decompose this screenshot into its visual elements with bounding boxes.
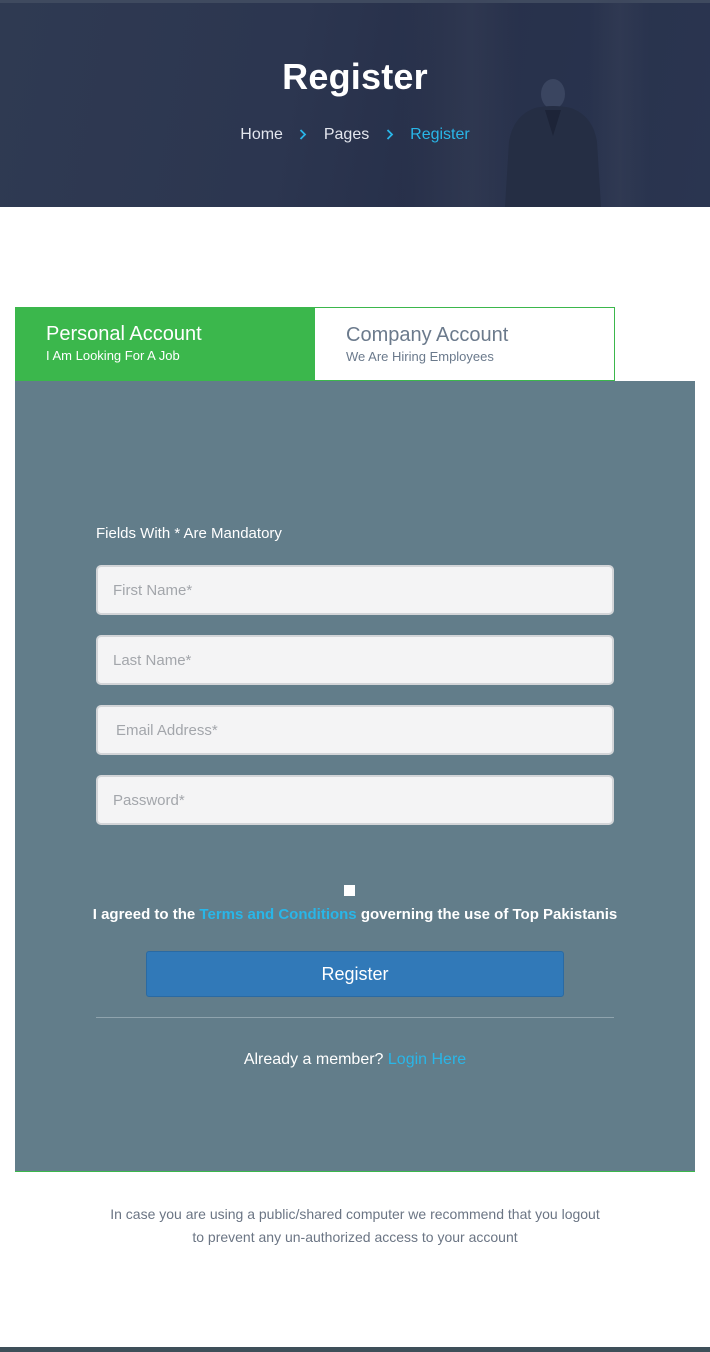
login-here-link[interactable]: Login Here	[388, 1051, 466, 1068]
hero-background-curtain-left	[400, 0, 520, 207]
terms-agreement-text: I agreed to the Terms and Conditions gov…	[15, 906, 695, 923]
member-prefix: Already a member?	[243, 1051, 388, 1068]
email-field[interactable]	[96, 705, 614, 755]
already-member-text: Already a member? Login Here	[15, 1051, 695, 1069]
terms-and-conditions-link[interactable]: Terms and Conditions	[199, 906, 356, 923]
password-field[interactable]	[96, 775, 614, 825]
breadcrumb-home-link[interactable]: Home	[240, 126, 283, 144]
tab-subtitle: I Am Looking For A Job	[46, 348, 180, 363]
breadcrumb-current: Register	[410, 126, 470, 143]
register-button[interactable]: Register	[146, 951, 564, 997]
security-note-line-1: In case you are using a public/shared co…	[110, 1206, 600, 1222]
page-hero: Register Home Pages Register	[0, 0, 710, 207]
security-note: In case you are using a public/shared co…	[0, 1203, 710, 1249]
tab-title: Company Account	[346, 324, 509, 346]
form-divider	[96, 1017, 614, 1018]
registration-form-panel: Fields With * Are Mandatory I agreed to …	[15, 381, 695, 1172]
chevron-right-icon	[299, 127, 307, 143]
tab-subtitle: We Are Hiring Employees	[346, 349, 494, 364]
chevron-right-icon	[386, 127, 394, 143]
security-note-line-2: to prevent any un-authorized access to y…	[192, 1229, 518, 1245]
tab-company-account[interactable]: Company Account We Are Hiring Employees	[315, 307, 615, 381]
last-name-field[interactable]	[96, 635, 614, 685]
tab-title: Personal Account	[46, 323, 202, 345]
account-type-tabs: Personal Account I Am Looking For A Job …	[15, 307, 615, 388]
first-name-field[interactable]	[96, 565, 614, 615]
page-title: Register	[282, 56, 428, 97]
terms-suffix: governing the use of Top Pakistanis	[356, 906, 618, 923]
footer-bar	[0, 1347, 710, 1352]
terms-checkbox[interactable]	[344, 885, 355, 896]
breadcrumb: Home Pages Register	[0, 126, 710, 144]
mandatory-fields-note: Fields With * Are Mandatory	[96, 525, 282, 542]
breadcrumb-pages-link[interactable]: Pages	[324, 126, 369, 144]
tab-personal-account[interactable]: Personal Account I Am Looking For A Job	[15, 307, 315, 388]
terms-prefix: I agreed to the	[92, 906, 200, 923]
